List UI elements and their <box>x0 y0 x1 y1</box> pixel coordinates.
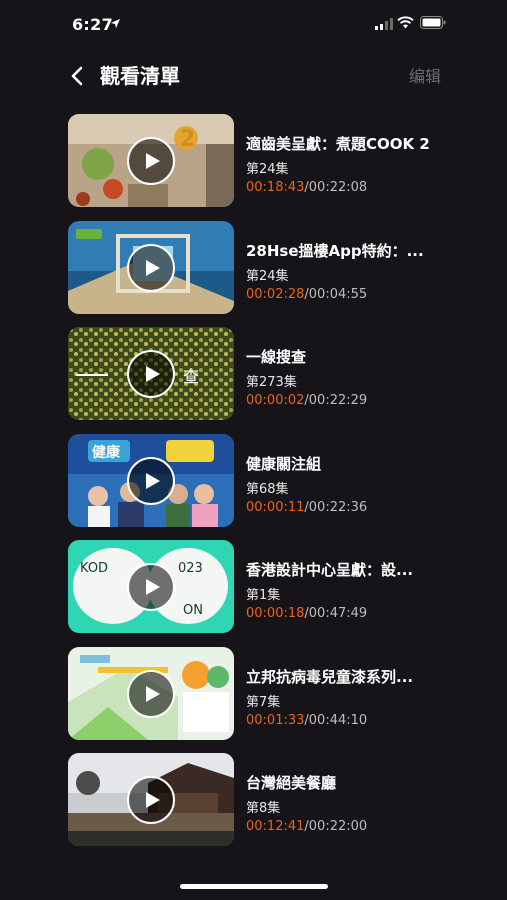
thumbnail[interactable]: 健康 <box>68 433 234 527</box>
list-item[interactable]: 2 適齒美呈獻：煮題COOK 2 第24集 00:18:43/00:22:08 <box>68 114 448 207</box>
thumbnail[interactable]: KOD 023 ON <box>68 540 234 633</box>
total-time: /00:47:49 <box>304 606 368 621</box>
thumbnail[interactable] <box>68 753 234 846</box>
play-icon[interactable] <box>127 243 175 292</box>
episode-label: 第24集 <box>246 162 289 177</box>
thumbnail[interactable]: 查 <box>68 327 234 420</box>
svg-text:2: 2 <box>180 127 195 152</box>
item-title: 28Hse搵樓App特約：... <box>246 241 424 260</box>
thumbnail[interactable]: 2 <box>68 114 234 207</box>
play-icon[interactable] <box>127 669 175 718</box>
episode-label: 第24集 <box>246 268 289 284</box>
watch-time: 00:00:18/00:47:49 <box>246 606 446 621</box>
item-title: 一線搜查 <box>246 348 307 366</box>
cellular-signal-icon <box>375 18 393 30</box>
thumbnail[interactable] <box>68 220 234 314</box>
play-icon[interactable] <box>127 456 175 505</box>
item-title: 立邦抗病毒兒童漆系列... <box>246 667 414 686</box>
item-title: 香港設計中心呈獻：設... <box>246 561 414 579</box>
progress-time: 00:12:41 <box>246 819 305 834</box>
status-bar: 6:27 <box>0 0 507 48</box>
play-icon[interactable] <box>127 350 175 398</box>
progress-time: 00:02:28 <box>246 286 305 302</box>
watch-time: 00:00:02/00:22:29 <box>246 393 446 408</box>
battery-icon <box>420 16 446 29</box>
episode-label: 第68集 <box>246 481 289 497</box>
edit-button[interactable]: 编辑 <box>409 63 441 87</box>
episode-label: 第1集 <box>246 588 281 603</box>
progress-time: 00:00:18 <box>246 606 305 621</box>
watch-time: 00:01:33/00:44:10 <box>246 713 446 728</box>
list-item[interactable]: 28Hse搵樓App特約：... 第24集 00:02:28/00:04:55 <box>68 220 448 314</box>
progress-time: 00:00:02 <box>246 393 305 408</box>
svg-text:023: 023 <box>178 561 203 576</box>
watch-time: 00:12:41/00:22:00 <box>246 819 446 834</box>
page-title: 觀看清單 <box>100 64 180 88</box>
item-title: 台灣絕美餐廳 <box>246 774 337 792</box>
list-item[interactable]: 台灣絕美餐廳 第8集 00:12:41/00:22:00 <box>68 753 448 846</box>
total-time: /00:22:29 <box>304 393 368 408</box>
watch-time: 00:02:28/00:04:55 <box>246 287 446 302</box>
list-item[interactable]: KOD 023 ON 香港設計中心呈獻：設... 第1集 00:00:18/00… <box>68 540 448 633</box>
nav-bar: 觀看清單 编辑 <box>0 54 507 94</box>
total-time: /00:22:00 <box>304 819 368 834</box>
progress-time: 00:18:43 <box>246 180 305 195</box>
watch-list: 2 適齒美呈獻：煮題COOK 2 第24集 00:18:43/00:22:08 <box>68 114 448 860</box>
home-indicator[interactable] <box>180 884 328 889</box>
play-icon[interactable] <box>127 776 175 824</box>
list-item[interactable]: 健康 健康關注組 第68集 00:00:11/00:22:36 <box>68 433 448 527</box>
svg-text:查: 查 <box>183 367 199 386</box>
progress-time: 00:00:11 <box>246 499 305 515</box>
episode-label: 第8集 <box>246 801 281 816</box>
item-title: 健康關注組 <box>246 454 322 473</box>
item-title: 適齒美呈獻：煮題COOK 2 <box>246 135 430 153</box>
progress-time: 00:01:33 <box>246 712 305 728</box>
episode-label: 第7集 <box>246 694 281 710</box>
total-time: /00:44:10 <box>304 712 368 728</box>
svg-text:KOD: KOD <box>80 561 108 576</box>
watch-time: 00:18:43/00:22:08 <box>246 180 446 195</box>
svg-text:ON: ON <box>183 603 203 618</box>
status-time: 6:27 <box>72 15 113 34</box>
play-icon[interactable] <box>127 563 175 611</box>
thumbnail[interactable] <box>68 646 234 740</box>
location-arrow-icon <box>110 18 121 29</box>
total-time: /00:22:08 <box>304 180 368 195</box>
episode-label: 第273集 <box>246 375 297 390</box>
list-item[interactable]: 查 一線搜查 第273集 00:00:02/00:22:29 <box>68 327 448 420</box>
wifi-icon <box>397 16 414 29</box>
back-chevron-icon[interactable] <box>66 64 90 88</box>
play-icon[interactable] <box>127 137 175 185</box>
svg-text:健康: 健康 <box>92 444 121 461</box>
total-time: /00:04:55 <box>304 286 368 302</box>
watch-time: 00:00:11/00:22:36 <box>246 500 446 515</box>
list-item[interactable]: 立邦抗病毒兒童漆系列... 第7集 00:01:33/00:44:10 <box>68 646 448 740</box>
total-time: /00:22:36 <box>304 499 368 515</box>
